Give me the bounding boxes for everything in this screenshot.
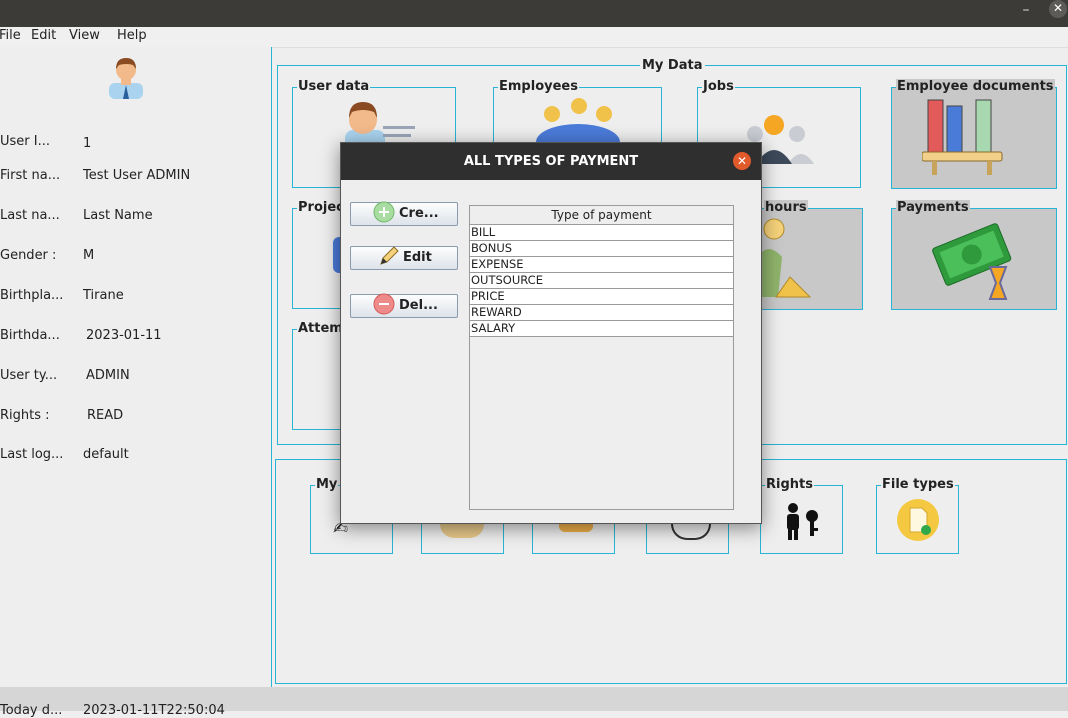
- my-data-title: My Data: [640, 58, 705, 73]
- table-row[interactable]: PRICE: [470, 289, 734, 305]
- tile-employees-label: Employees: [498, 79, 579, 95]
- menubar: File Edit View Help: [0, 27, 1068, 48]
- user-id-value: 1: [83, 136, 92, 151]
- gender-value: M: [83, 248, 95, 263]
- tile-employee-documents[interactable]: Employee documents: [891, 79, 1057, 189]
- worker-icon: [758, 218, 812, 298]
- rights-label: Rights :: [0, 408, 50, 423]
- tile-payments[interactable]: Payments: [891, 200, 1057, 310]
- status-bar: Today d... 2023-01-11T22:50:04: [0, 687, 1068, 718]
- edit-button[interactable]: Edit: [350, 246, 458, 270]
- pencil-icon: [380, 246, 399, 265]
- tile-attendance-label: Attem: [297, 321, 344, 337]
- birthdate-label: Birthda...: [0, 328, 60, 343]
- birthplace-value: Tirane: [83, 288, 124, 303]
- file-icon: [897, 499, 939, 541]
- bookshelf-icon: [922, 99, 1003, 175]
- create-button[interactable]: Cre...: [350, 201, 458, 226]
- tile-rights-label: Rights: [765, 477, 814, 493]
- delete-button[interactable]: Del...: [350, 293, 458, 318]
- dialog-close-button[interactable]: ✕: [733, 152, 751, 170]
- first-name-value: Test User ADMIN: [83, 168, 191, 183]
- create-button-label: Cre...: [399, 206, 439, 221]
- minus-icon: [373, 293, 395, 315]
- plus-icon: [373, 201, 395, 223]
- table-row[interactable]: BONUS: [470, 241, 734, 257]
- birthdate-value: 2023-01-11: [86, 328, 162, 343]
- menu-edit[interactable]: Edit: [31, 28, 56, 43]
- gender-label: Gender :: [0, 248, 57, 263]
- user-id-label: User I...: [0, 134, 50, 149]
- tile-file-types-label: File types: [881, 477, 955, 493]
- table-row[interactable]: REWARD: [470, 305, 734, 321]
- menu-file[interactable]: File: [0, 28, 21, 43]
- user-avatar-icon: [109, 58, 143, 99]
- menu-help[interactable]: Help: [117, 28, 147, 43]
- tile-projects-label: Projec: [297, 200, 345, 216]
- dialog-title: ALL TYPES OF PAYMENT: [341, 143, 761, 180]
- first-name-label: First na...: [0, 168, 61, 183]
- user-type-value: ADMIN: [86, 368, 130, 383]
- delete-button-label: Del...: [399, 298, 438, 313]
- employees-icon: [536, 98, 620, 144]
- payment-types-table: Type of payment BILL BONUS EXPENSE OUTSO…: [469, 205, 734, 510]
- table-row[interactable]: OUTSOURCE: [470, 273, 734, 289]
- last-name-value: Last Name: [83, 208, 153, 223]
- table-row[interactable]: SALARY: [470, 321, 734, 337]
- window-titlebar: – ✕: [0, 0, 1068, 27]
- profile-panel: User I... 1 First na... Test User ADMIN …: [0, 47, 272, 687]
- minimize-button[interactable]: –: [1018, 2, 1034, 22]
- birthplace-label: Birthpla...: [0, 288, 64, 303]
- payment-types-dialog: ALL TYPES OF PAYMENT ✕ Cre... Edit Del..…: [340, 142, 762, 524]
- person-key-icon: [787, 503, 818, 540]
- edit-button-label: Edit: [403, 250, 432, 265]
- last-name-label: Last na...: [0, 208, 60, 223]
- last-login-value: default: [83, 447, 129, 462]
- tile-payments-label: Payments: [896, 200, 970, 216]
- tile-working-hours-label: hours: [764, 200, 808, 216]
- table-row[interactable]: EXPENSE: [470, 257, 734, 273]
- tile-jobs-label: Jobs: [702, 79, 735, 95]
- tile-user-data-label: User data: [297, 79, 371, 95]
- tile-rights[interactable]: Rights: [760, 477, 843, 554]
- user-type-label: User ty...: [0, 368, 58, 383]
- window-close-button[interactable]: ✕: [1049, 0, 1067, 18]
- tile-employee-documents-label: Employee documents: [896, 79, 1055, 95]
- menu-view[interactable]: View: [69, 28, 100, 43]
- table-header[interactable]: Type of payment: [470, 206, 733, 225]
- table-row[interactable]: BILL: [470, 225, 734, 241]
- tile-file-types[interactable]: File types: [876, 477, 959, 554]
- money-icon: [932, 223, 1012, 300]
- rights-value: READ: [87, 408, 124, 423]
- tile-my-label: My: [315, 477, 339, 493]
- last-login-label: Last log...: [0, 447, 64, 462]
